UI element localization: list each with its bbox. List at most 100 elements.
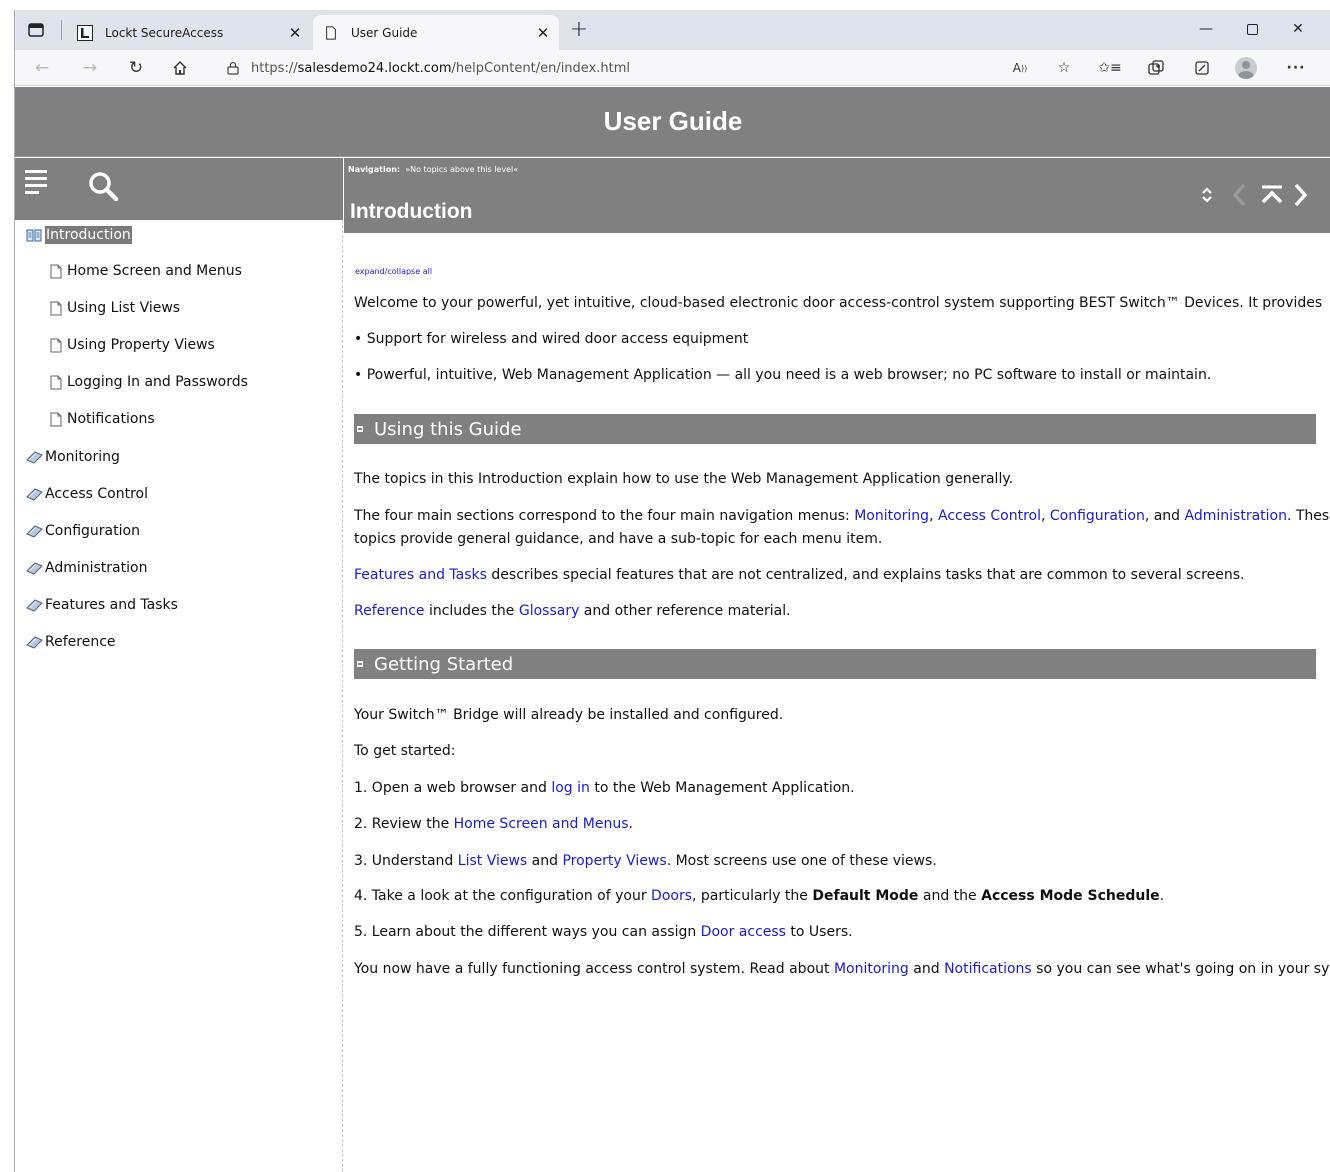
browser-window: Lockt SecureAccess ✕ User Guide ✕ + — ✕ …	[14, 10, 1330, 1172]
toc-sidebar: Introduction Home Screen and Menus Using…	[15, 220, 343, 1172]
welcome-paragraph: Welcome to your powerful, yet intuitive,…	[354, 295, 1323, 311]
bullet-1: • Support for wireless and wired door ac…	[354, 331, 749, 347]
topic-header: Navigation: »No topics above this level«…	[344, 158, 1330, 233]
maximize-icon[interactable]	[1229, 14, 1275, 44]
closed-book-icon	[25, 486, 43, 502]
expand-collapse-all-link[interactable]: expand/collapse all	[355, 267, 432, 276]
closed-book-icon	[25, 597, 43, 613]
breadcrumb: Navigation: »No topics above this level«	[348, 165, 519, 174]
link-property-views[interactable]: Property Views	[562, 853, 666, 869]
search-icon[interactable]	[87, 170, 121, 204]
tab-lockt-secureaccess[interactable]: Lockt SecureAccess ✕	[67, 15, 311, 50]
site-title: User Guide	[603, 106, 743, 136]
sidebar-toolbar	[15, 158, 343, 220]
section-getting-started[interactable]: Getting Started	[354, 649, 1316, 679]
more-options-icon[interactable]: ···	[1281, 53, 1311, 83]
page-icon	[47, 263, 65, 279]
step-1: 1. Open a web browser and log in to the …	[354, 780, 855, 796]
toc-item-logging-in[interactable]: Logging In and Passwords	[47, 371, 248, 393]
tab-user-guide[interactable]: User Guide ✕	[313, 15, 559, 50]
link-notifications[interactable]: Notifications	[944, 961, 1032, 977]
address-bar[interactable]: https://salesdemo24.lockt.com/helpConten…	[211, 53, 1089, 83]
started-paragraph-2: To get started:	[354, 743, 456, 759]
back-arrow-icon[interactable]: ←	[27, 53, 57, 83]
add-favorite-icon[interactable]: ☆	[1049, 53, 1079, 83]
started-paragraph-1: Your Switch™ Bridge will already be inst…	[354, 707, 784, 723]
link-doors[interactable]: Doors	[651, 888, 692, 904]
new-tab-plus-icon[interactable]: +	[567, 19, 591, 43]
browser-essentials-icon[interactable]	[1187, 53, 1217, 83]
tab-title: User Guide	[351, 25, 418, 40]
guide-paragraph-2-cont: topics provide general guidance, and hav…	[354, 531, 883, 547]
open-book-icon	[25, 227, 43, 243]
guide-paragraph-3: Features and Tasks describes special fea…	[354, 567, 1245, 583]
step-4: 4. Take a look at the configuration of y…	[354, 888, 1165, 904]
collections-icon[interactable]	[1141, 53, 1171, 83]
guide-paragraph-1: The topics in this Introduction explain …	[354, 471, 1014, 487]
close-tab-icon[interactable]: ✕	[533, 23, 553, 43]
next-topic-icon[interactable]	[1290, 181, 1312, 209]
previous-topic-icon[interactable]	[1228, 181, 1250, 209]
tab-actions-icon[interactable]	[25, 19, 47, 41]
bullet-2: • Powerful, intuitive, Web Management Ap…	[354, 367, 1212, 383]
link-list-views[interactable]: List Views	[458, 853, 527, 869]
link-configuration[interactable]: Configuration	[1050, 508, 1145, 524]
toc-item-access-control[interactable]: Access Control	[25, 483, 148, 505]
link-door-access[interactable]: Door access	[701, 924, 786, 940]
step-5: 5. Learn about the different ways you ca…	[354, 924, 853, 940]
link-home-screen[interactable]: Home Screen and Menus	[454, 816, 629, 832]
link-log-in[interactable]: log in	[551, 780, 590, 796]
forward-arrow-icon[interactable]: →	[75, 53, 105, 83]
page-icon	[47, 337, 65, 353]
help-page: User Guide Introduction Home Screen and …	[15, 87, 1330, 1172]
lockt-favicon-icon	[77, 24, 93, 41]
toc-item-property-views[interactable]: Using Property Views	[47, 334, 215, 356]
section-using-this-guide[interactable]: Using this Guide	[354, 414, 1316, 444]
link-features-tasks[interactable]: Features and Tasks	[354, 567, 487, 583]
link-monitoring-2[interactable]: Monitoring	[834, 961, 909, 977]
tab-bar: Lockt SecureAccess ✕ User Guide ✕ + — ✕	[15, 10, 1330, 50]
guide-paragraph-2: The four main sections correspond to the…	[354, 508, 1330, 524]
page-icon	[47, 300, 65, 316]
toc-item-administration[interactable]: Administration	[25, 557, 147, 579]
collapse-icon[interactable]	[357, 661, 363, 667]
browser-toolbar: ← → ↻ https://salesdemo24.lockt.com/help…	[15, 50, 1330, 86]
toc-item-configuration[interactable]: Configuration	[25, 520, 140, 542]
refresh-icon[interactable]: ↻	[121, 53, 151, 83]
step-3: 3. Understand List Views and Property Vi…	[354, 853, 937, 869]
page-icon	[47, 411, 65, 427]
link-access-control[interactable]: Access Control	[938, 508, 1041, 524]
toc-menu-icon[interactable]	[25, 170, 47, 198]
minimize-icon[interactable]: —	[1183, 14, 1229, 44]
read-aloud-icon[interactable]: A))	[1005, 53, 1035, 83]
toc-item-monitoring[interactable]: Monitoring	[25, 446, 120, 468]
link-monitoring[interactable]: Monitoring	[854, 508, 929, 524]
toc-item-introduction[interactable]: Introduction	[25, 224, 132, 246]
home-icon[interactable]	[165, 53, 195, 83]
collapse-icon[interactable]	[357, 426, 363, 432]
tab-separator	[61, 20, 62, 40]
profile-avatar[interactable]	[1231, 53, 1261, 83]
toc-item-features-tasks[interactable]: Features and Tasks	[25, 594, 178, 616]
toc-item-list-views[interactable]: Using List Views	[47, 297, 180, 319]
link-glossary[interactable]: Glossary	[519, 603, 580, 619]
closed-book-icon	[25, 523, 43, 539]
favorites-icon[interactable]: ✩≡	[1095, 53, 1125, 83]
link-reference[interactable]: Reference	[354, 603, 425, 619]
closed-book-icon	[25, 560, 43, 576]
page-icon	[47, 374, 65, 390]
step-2: 2. Review the Home Screen and Menus.	[354, 816, 633, 832]
toc-item-notifications[interactable]: Notifications	[47, 408, 155, 430]
guide-paragraph-4: Reference includes the Glossary and othe…	[354, 603, 791, 619]
top-topic-icon[interactable]	[1258, 181, 1286, 209]
toc-item-home-screen[interactable]: Home Screen and Menus	[47, 260, 242, 282]
lock-icon[interactable]	[225, 60, 241, 76]
page-title: Introduction	[350, 200, 473, 223]
window-close-icon[interactable]: ✕	[1275, 14, 1321, 44]
closed-book-icon	[25, 449, 43, 465]
url-text: https://salesdemo24.lockt.com/helpConten…	[251, 60, 631, 76]
toc-item-reference[interactable]: Reference	[25, 631, 116, 653]
close-tab-icon[interactable]: ✕	[285, 23, 305, 43]
link-administration[interactable]: Administration	[1185, 508, 1287, 524]
expand-collapse-icon[interactable]	[1198, 181, 1216, 209]
